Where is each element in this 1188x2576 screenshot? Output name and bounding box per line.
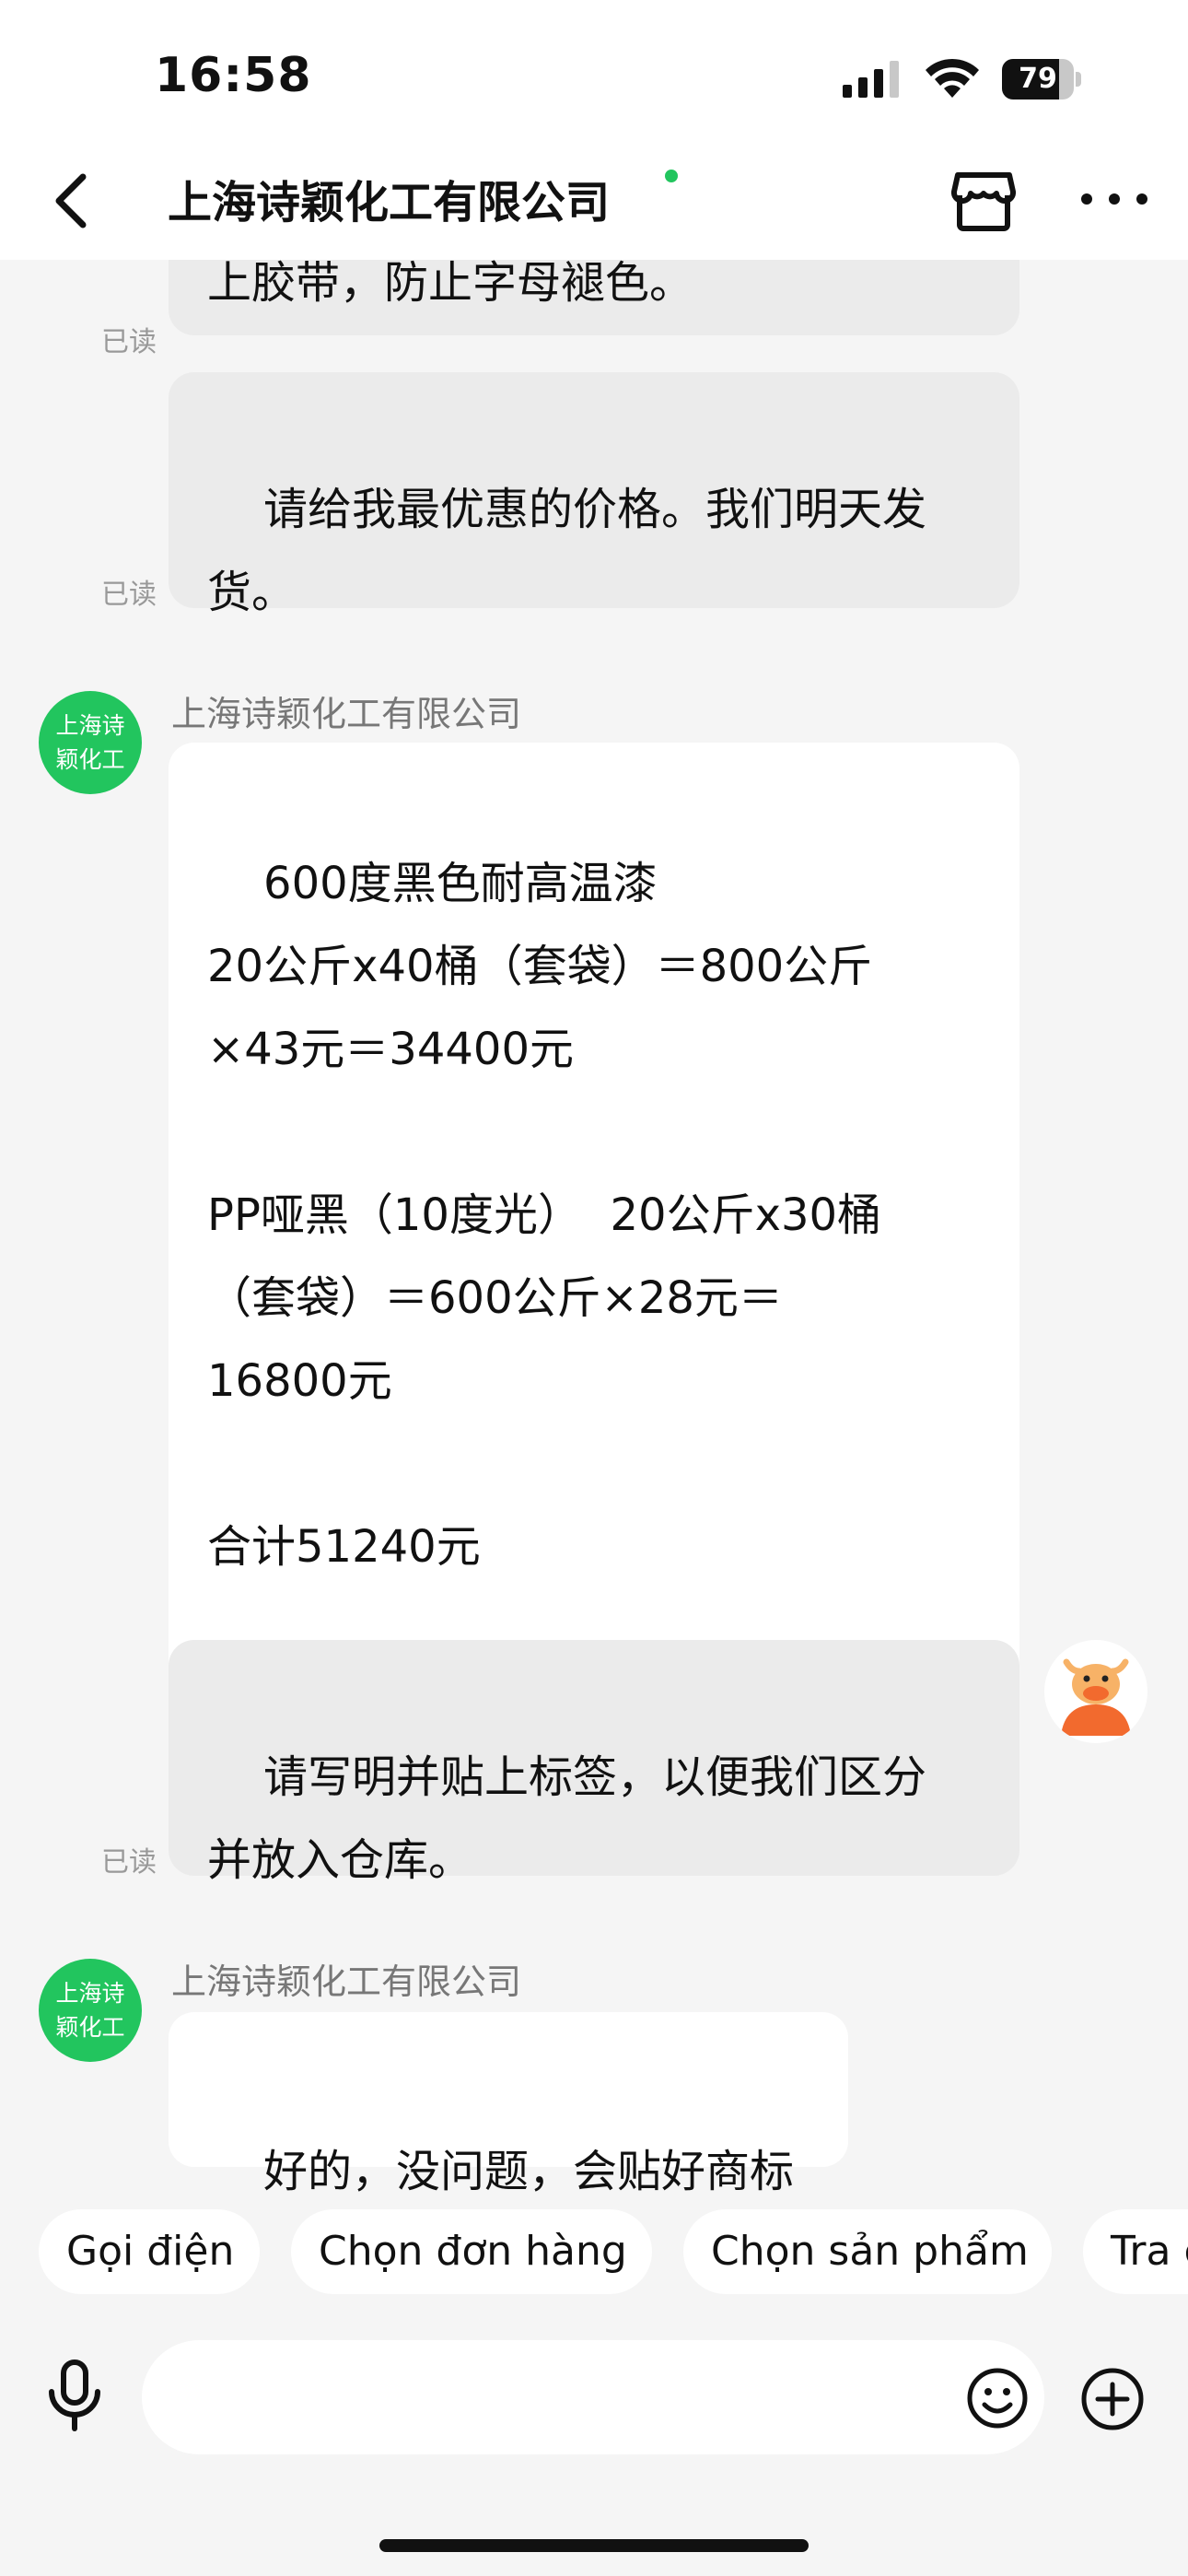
microphone-icon[interactable] (42, 2359, 107, 2432)
outgoing-message-bubble[interactable]: 请给我最优惠的价格。我们明天发 货。 (169, 372, 1019, 618)
message-text: 好的，没问题，会贴好商标 (263, 2146, 795, 2195)
outgoing-message-bubble[interactable]: 请写明并贴上标签，以便我们区分 并放入仓库。 (169, 1640, 1019, 1886)
status-bar: 16:58 79 (0, 0, 1188, 147)
contact-avatar[interactable]: 上海诗 颖化工 (39, 691, 142, 794)
chat-title[interactable]: 上海诗颖化工有限公司 (168, 173, 610, 232)
message-input[interactable] (142, 2340, 1044, 2454)
incoming-message-bubble[interactable]: 好的，没问题，会贴好商标 (169, 2012, 848, 2195)
contact-avatar[interactable]: 上海诗 颖化工 (39, 1959, 142, 2062)
emoji-icon[interactable] (965, 2366, 1030, 2430)
store-icon[interactable] (949, 166, 1019, 236)
message-text: 上胶带，防止字母褪色。 (207, 260, 694, 309)
message-text: 600度黑色耐高温漆 20公斤x40桶（套袋）＝800公斤 ×43元＝34400… (207, 858, 882, 1573)
quick-action-select-product[interactable]: Chọn sản phẩm (683, 2209, 1052, 2294)
cellular-signal-icon (843, 61, 899, 98)
quick-action-call[interactable]: Gọi điện (39, 2209, 260, 2294)
read-receipt: 已读 (101, 326, 157, 358)
sender-name: 上海诗颖化工有限公司 (171, 694, 522, 734)
message-text: 请给我最优惠的价格。我们明天发 货。 (207, 484, 927, 618)
more-dots-icon[interactable] (1077, 181, 1151, 217)
chat-header: 上海诗颖化工有限公司 (0, 147, 1188, 260)
user-avatar[interactable] (1044, 1640, 1147, 1743)
quick-action-select-order[interactable]: Chọn đơn hàng (291, 2209, 652, 2294)
quick-action-lookup[interactable]: Tra c (1083, 2209, 1188, 2294)
status-time: 16:58 (155, 48, 312, 103)
online-status-dot (665, 170, 678, 182)
read-receipt: 已读 (101, 579, 157, 611)
cow-mascot-icon (1044, 1640, 1147, 1743)
plus-circle-icon[interactable] (1079, 2366, 1146, 2432)
chevron-left-icon[interactable] (46, 168, 101, 234)
quick-action-bar: Gọi điện Chọn đơn hàng Chọn sản phẩm Tra… (0, 2202, 1188, 2303)
battery-percent: 79 (1019, 63, 1057, 95)
read-receipt: 已读 (101, 1846, 157, 1879)
home-indicator (379, 2539, 809, 2552)
battery-icon: 79 (1002, 59, 1083, 100)
chat-messages[interactable]: 上胶带，防止字母褪色。 已读 请给我最优惠的价格。我们明天发 货。 已读 上海诗… (0, 260, 1188, 2195)
message-text: 请写明并贴上标签，以便我们区分 并放入仓库。 (207, 1751, 927, 1886)
sender-name: 上海诗颖化工有限公司 (171, 1961, 522, 2002)
wifi-icon (926, 58, 979, 98)
outgoing-message-bubble[interactable]: 上胶带，防止字母褪色。 (169, 260, 1019, 335)
